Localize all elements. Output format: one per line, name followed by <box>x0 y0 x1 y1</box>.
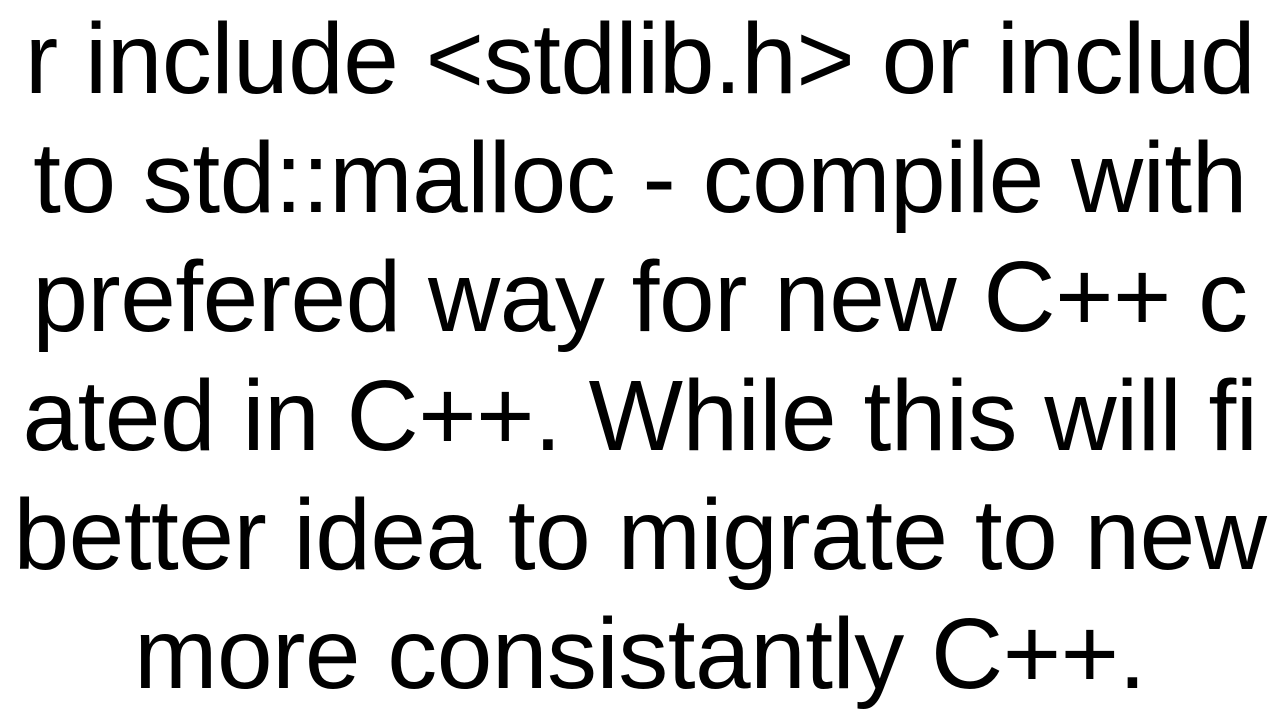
text-line-1: r include <stdlib.h> or includ <box>0 0 1280 119</box>
cropped-text-block: r include <stdlib.h> or includ to std::m… <box>0 0 1280 720</box>
text-line-3: prefered way for new C++ c <box>0 238 1280 357</box>
text-line-4: ated in C++. While this will fi <box>0 357 1280 476</box>
text-line-5: better idea to migrate to new <box>0 476 1280 595</box>
text-line-6: more consistantly C++. <box>0 595 1280 714</box>
text-line-2: to std::malloc - compile with <box>0 119 1280 238</box>
